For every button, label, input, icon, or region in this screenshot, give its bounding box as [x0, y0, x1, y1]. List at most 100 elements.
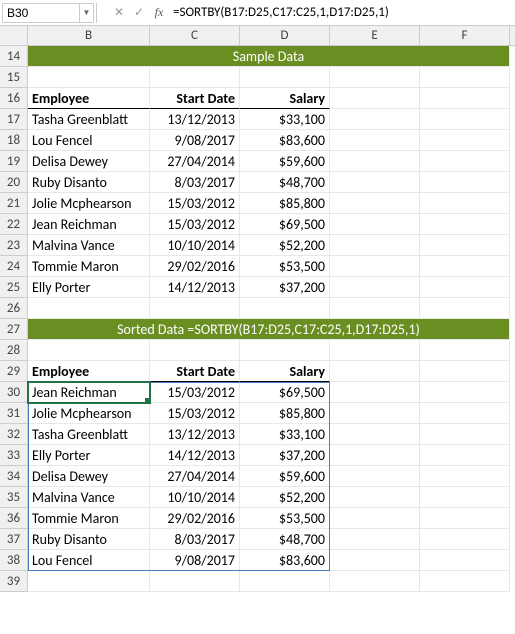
cell-33-D[interactable]: $37,200 [240, 445, 330, 466]
cell-33-C[interactable]: 14/12/2013 [150, 445, 240, 466]
banner-sample-data[interactable]: Sample Data [28, 46, 510, 67]
cell-35-C[interactable]: 10/10/2014 [150, 487, 240, 508]
col-header-B[interactable]: B [28, 26, 150, 45]
cell-21-F[interactable] [420, 193, 510, 214]
cell-34-E[interactable] [330, 466, 420, 487]
cell-29-D[interactable]: Salary [240, 361, 330, 382]
banner-sorted-data[interactable]: Sorted Data =SORTBY(B17:D25,C17:C25,1,D1… [28, 319, 510, 340]
cell-18-E[interactable] [330, 130, 420, 151]
cell-37-D[interactable]: $48,700 [240, 529, 330, 550]
cell-26-C[interactable] [150, 298, 240, 319]
row-header-33[interactable]: 33 [0, 445, 28, 466]
cell-22-D[interactable]: $69,500 [240, 214, 330, 235]
cell-23-C[interactable]: 10/10/2014 [150, 235, 240, 256]
cell-18-D[interactable]: $83,600 [240, 130, 330, 151]
cell-35-D[interactable]: $52,200 [240, 487, 330, 508]
cell-32-C[interactable]: 13/12/2013 [150, 424, 240, 445]
cell-19-D[interactable]: $59,600 [240, 151, 330, 172]
row-header-15[interactable]: 15 [0, 67, 28, 88]
row-header-17[interactable]: 17 [0, 109, 28, 130]
cell-15-F[interactable] [420, 67, 510, 88]
cell-36-D[interactable]: $53,500 [240, 508, 330, 529]
cell-23-D[interactable]: $52,200 [240, 235, 330, 256]
cell-18-F[interactable] [420, 130, 510, 151]
cell-34-C[interactable]: 27/04/2014 [150, 466, 240, 487]
col-header-F[interactable]: F [420, 26, 510, 45]
row-header-29[interactable]: 29 [0, 361, 28, 382]
cell-38-C[interactable]: 9/08/2017 [150, 550, 240, 571]
col-header-D[interactable]: D [240, 26, 330, 45]
cell-38-D[interactable]: $83,600 [240, 550, 330, 571]
name-box[interactable] [2, 3, 80, 23]
cell-39-F[interactable] [420, 571, 510, 592]
cell-17-C[interactable]: 13/12/2013 [150, 109, 240, 130]
select-all-corner[interactable] [0, 26, 28, 45]
cell-38-F[interactable] [420, 550, 510, 571]
cell-24-B[interactable]: Tommie Maron [28, 256, 150, 277]
cell-22-C[interactable]: 15/03/2012 [150, 214, 240, 235]
cell-32-F[interactable] [420, 424, 510, 445]
cell-19-B[interactable]: Delisa Dewey [28, 151, 150, 172]
cell-38-B[interactable]: Lou Fencel [28, 550, 150, 571]
row-header-34[interactable]: 34 [0, 466, 28, 487]
cell-29-E[interactable] [330, 361, 420, 382]
cell-31-F[interactable] [420, 403, 510, 424]
confirm-formula-button[interactable]: ✓ [129, 3, 149, 23]
cell-29-F[interactable] [420, 361, 510, 382]
cell-37-F[interactable] [420, 529, 510, 550]
row-header-32[interactable]: 32 [0, 424, 28, 445]
cell-39-B[interactable] [28, 571, 150, 592]
cell-24-D[interactable]: $53,500 [240, 256, 330, 277]
col-header-E[interactable]: E [330, 26, 420, 45]
cell-28-E[interactable] [330, 340, 420, 361]
cell-20-F[interactable] [420, 172, 510, 193]
row-header-20[interactable]: 20 [0, 172, 28, 193]
cell-33-E[interactable] [330, 445, 420, 466]
cell-30-D[interactable]: $69,500 [240, 382, 330, 403]
cell-16-B[interactable]: Employee [28, 88, 150, 109]
row-header-28[interactable]: 28 [0, 340, 28, 361]
cell-17-B[interactable]: Tasha Greenblatt [28, 109, 150, 130]
cancel-formula-button[interactable]: ✕ [109, 3, 129, 23]
row-header-27[interactable]: 27 [0, 319, 28, 340]
cell-16-C[interactable]: Start Date [150, 88, 240, 109]
cell-17-E[interactable] [330, 109, 420, 130]
cell-35-B[interactable]: Malvina Vance [28, 487, 150, 508]
cell-34-D[interactable]: $59,600 [240, 466, 330, 487]
row-header-18[interactable]: 18 [0, 130, 28, 151]
cell-15-B[interactable] [28, 67, 150, 88]
cell-15-E[interactable] [330, 67, 420, 88]
cell-34-F[interactable] [420, 466, 510, 487]
cell-33-F[interactable] [420, 445, 510, 466]
cell-30-C[interactable]: 15/03/2012 [150, 382, 240, 403]
cell-22-E[interactable] [330, 214, 420, 235]
cell-19-F[interactable] [420, 151, 510, 172]
cell-21-D[interactable]: $85,800 [240, 193, 330, 214]
cell-22-F[interactable] [420, 214, 510, 235]
cell-15-D[interactable] [240, 67, 330, 88]
cell-26-F[interactable] [420, 298, 510, 319]
col-header-C[interactable]: C [150, 26, 240, 45]
cell-39-C[interactable] [150, 571, 240, 592]
row-header-19[interactable]: 19 [0, 151, 28, 172]
row-header-31[interactable]: 31 [0, 403, 28, 424]
name-box-dropdown[interactable]: ▼ [80, 3, 94, 23]
cell-22-B[interactable]: Jean Reichman [28, 214, 150, 235]
cell-32-D[interactable]: $33,100 [240, 424, 330, 445]
cell-36-F[interactable] [420, 508, 510, 529]
cell-18-B[interactable]: Lou Fencel [28, 130, 150, 151]
cell-21-C[interactable]: 15/03/2012 [150, 193, 240, 214]
cell-23-E[interactable] [330, 235, 420, 256]
cell-24-C[interactable]: 29/02/2016 [150, 256, 240, 277]
cell-20-D[interactable]: $48,700 [240, 172, 330, 193]
cell-34-B[interactable]: Delisa Dewey [28, 466, 150, 487]
row-header-35[interactable]: 35 [0, 487, 28, 508]
cell-36-C[interactable]: 29/02/2016 [150, 508, 240, 529]
cell-16-F[interactable] [420, 88, 510, 109]
cell-35-F[interactable] [420, 487, 510, 508]
cell-25-C[interactable]: 14/12/2013 [150, 277, 240, 298]
cell-37-C[interactable]: 8/03/2017 [150, 529, 240, 550]
row-header-36[interactable]: 36 [0, 508, 28, 529]
cell-33-B[interactable]: Elly Porter [28, 445, 150, 466]
cell-32-B[interactable]: Tasha Greenblatt [28, 424, 150, 445]
